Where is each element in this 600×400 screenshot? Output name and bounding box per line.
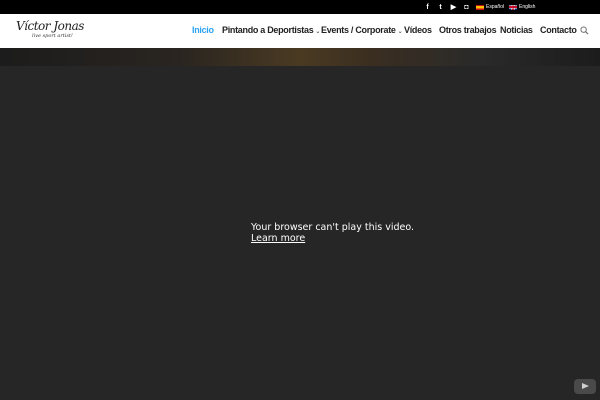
instagram-icon[interactable]: ◘ <box>462 3 471 12</box>
site-header: Víctor Jonas live sport artist! Inicio P… <box>0 14 600 48</box>
search-icon[interactable] <box>580 26 589 35</box>
nav-item-label: Pintando a Deportistas <box>222 25 314 35</box>
nav-item-label: Events / Corporate <box>321 25 396 35</box>
uk-flag-icon <box>509 4 517 10</box>
nav-item-inicio[interactable]: Inicio <box>192 25 214 35</box>
logo-tagline: live sport artist! <box>32 33 73 39</box>
learn-more-link[interactable]: Learn more <box>251 233 414 244</box>
facebook-icon[interactable]: f <box>423 3 432 12</box>
hero-image-strip <box>0 48 600 66</box>
twitter-icon[interactable]: t <box>436 3 445 12</box>
youtube-logo-icon[interactable] <box>574 379 596 394</box>
language-label-es: Español <box>486 4 505 10</box>
language-es[interactable]: Español <box>476 2 504 12</box>
social-links: f t ▶ ◘ <box>423 2 475 12</box>
language-en[interactable]: English <box>509 2 535 12</box>
nav-item-pintando-a-deportistas[interactable]: Pintando a Deportistas ⌄ <box>222 25 320 35</box>
youtube-icon[interactable]: ▶ <box>449 3 458 12</box>
language-label-en: English <box>519 4 536 10</box>
nav-item-events-corporate[interactable]: Events / Corporate ⌄ <box>321 25 403 35</box>
logo-name: Víctor Jonas <box>16 19 84 33</box>
video-error-text: Your browser can't play this video. <box>251 222 415 233</box>
nav-item-contacto[interactable]: Contacto <box>540 25 577 35</box>
nav-item-videos[interactable]: Vídeos <box>404 25 432 35</box>
spain-flag-icon <box>476 4 484 10</box>
nav-item-otros-trabajos[interactable]: Otros trabajos <box>439 25 497 35</box>
nav-item-noticias[interactable]: Noticias <box>500 25 533 35</box>
chevron-down-icon: ⌄ <box>315 29 321 35</box>
top-bar: f t ▶ ◘ Español English <box>0 0 600 14</box>
chevron-down-icon: ⌄ <box>397 29 403 35</box>
video-error-message: Your browser can't play this video. Lear… <box>251 222 414 244</box>
site-logo[interactable]: Víctor Jonas live sport artist! <box>16 19 94 45</box>
